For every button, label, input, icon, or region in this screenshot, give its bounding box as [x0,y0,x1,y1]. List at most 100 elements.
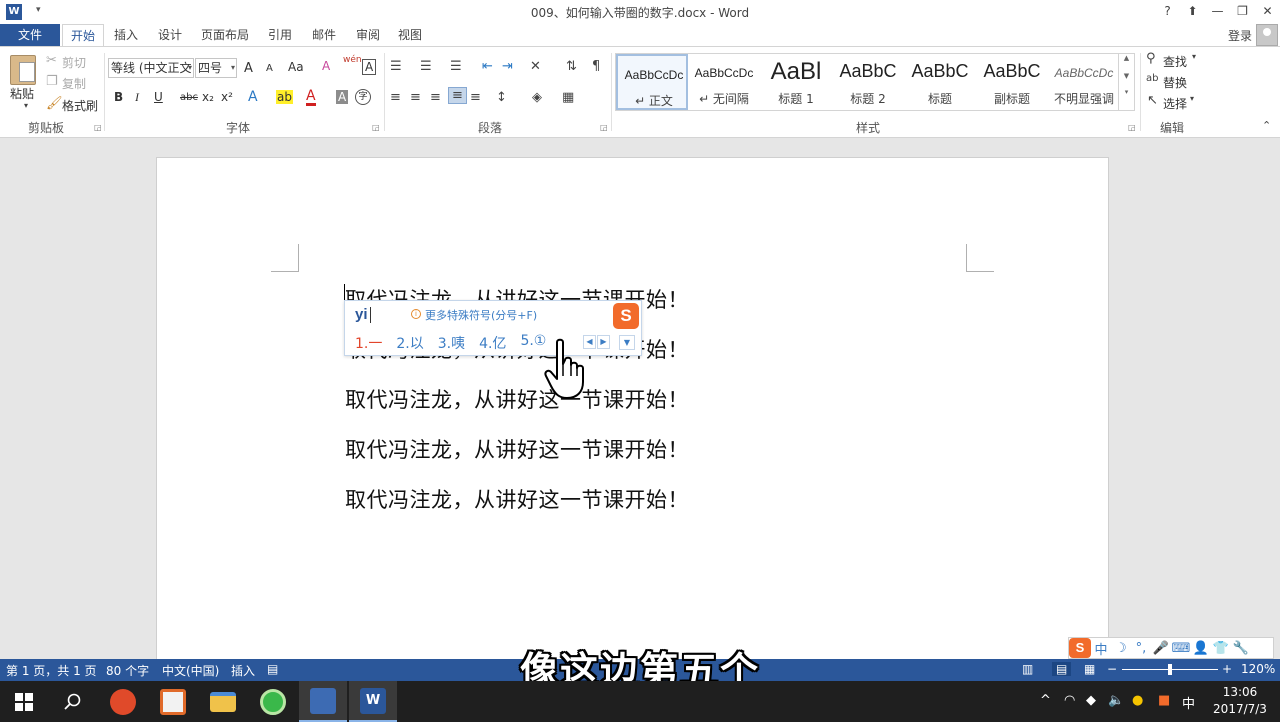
phonetic-guide-button[interactable]: wén [343,55,362,65]
tab-review[interactable]: 审阅 [348,24,388,46]
tab-layout[interactable]: 页面布局 [196,24,254,46]
grow-font-button[interactable]: A [244,61,253,76]
chevron-up-icon[interactable]: ▲ [1119,54,1134,62]
taskbar-mindmap-app[interactable] [299,681,347,722]
security-app-icon[interactable]: ◆ [1086,693,1096,708]
tray-expand-icon[interactable]: ^ [1040,693,1051,708]
tab-view[interactable]: 视图 [390,24,430,46]
find-button[interactable]: 查找 [1163,53,1187,70]
paste-icon[interactable] [10,55,36,85]
numbering-icon[interactable]: ☰ [420,59,432,74]
increase-indent-icon[interactable]: ⇥ [502,59,513,74]
align-center-icon[interactable]: ≡ [410,90,421,105]
volume-icon[interactable]: 🔈 [1108,693,1124,708]
styles-scroll[interactable]: ▲ ▼ ▾ [1118,54,1134,110]
sort-icon[interactable]: ⇅ [566,59,577,74]
chevron-down-icon[interactable]: ▼ [1119,72,1134,80]
change-case-button[interactable]: Aa [288,60,304,74]
tab-file[interactable]: 文件 [0,24,60,46]
ime-expand-icon[interactable]: ▼ [619,335,635,350]
font-name-combo[interactable]: 等线 (中文正文 ▾ [108,58,194,78]
superscript-button[interactable]: x² [221,90,233,104]
collapse-ribbon-icon[interactable]: ⌃ [1262,119,1271,132]
borders-icon[interactable]: ▦ [562,90,574,105]
cut-button[interactable]: 剪切 [62,54,86,71]
shrink-font-button[interactable]: A [266,63,273,74]
paste-button[interactable]: 粘贴 [10,85,34,102]
document-line[interactable]: 取代冯注龙，从讲好这一节课开始！ [345,434,689,464]
avatar[interactable] [1256,24,1278,46]
style-heading-2[interactable]: AaBbC 标题 2 [832,54,904,110]
clipboard-launcher-icon[interactable]: ◲ [94,123,102,132]
strikethrough-button[interactable]: abc [180,92,198,103]
start-button[interactable] [0,681,48,722]
replace-button[interactable]: 替换 [1163,74,1187,91]
bold-button[interactable]: B [114,90,123,104]
expand-gallery-icon[interactable]: ▾ [1119,88,1134,96]
line-spacing-icon[interactable]: ↕ [496,90,507,105]
ime-candidate[interactable]: 1.一 [355,333,382,353]
ribbon-display-button[interactable]: ⬆ [1180,0,1205,24]
ime-candidate[interactable]: 3.咦 [438,333,465,353]
network-icon[interactable]: ◠ [1064,693,1075,708]
justify-icon[interactable]: ≡ [448,87,467,104]
subscript-button[interactable]: x₂ [202,90,214,104]
document-page[interactable]: 取代冯注龙，从讲好这一节课开始！ 取代冯注龙，从讲好这一节课开始！ 取代冯注龙，… [156,157,1109,677]
paste-dropdown-icon[interactable]: ▾ [24,101,28,110]
input-language-indicator[interactable]: 中 [1182,693,1195,712]
tab-insert[interactable]: 插入 [106,24,146,46]
help-button[interactable]: ? [1155,0,1180,24]
select-button[interactable]: 选择 [1163,95,1187,112]
align-right-icon[interactable]: ≡ [430,90,441,105]
style-no-spacing[interactable]: AaBbCcDc ↵ 无间隔 [688,54,760,110]
search-button[interactable] [49,681,97,722]
style-subtle-emphasis[interactable]: AaBbCcDc 不明显强调 [1048,54,1120,110]
taskbar-word[interactable]: W [349,681,397,722]
document-line[interactable]: 取代冯注龙，从讲好这一节课开始！ [345,384,689,414]
enclose-char-button[interactable]: 字 [355,89,371,105]
taskbar-browser[interactable] [249,681,297,722]
style-normal[interactable]: AaBbCcDc ↵ 正文 [616,54,688,110]
text-effects-button[interactable]: A [248,89,258,105]
char-border-button[interactable]: A [362,59,377,75]
copy-button[interactable]: 复制 [62,75,86,92]
style-title[interactable]: AaBbC 标题 [904,54,976,110]
minimize-button[interactable]: — [1205,0,1230,24]
close-button[interactable]: ✕ [1255,0,1280,24]
show-marks-icon[interactable]: ¶ [592,59,600,74]
char-shading-button[interactable]: A [336,90,349,104]
tray-app-icon[interactable]: ● [1132,693,1143,708]
taskbar-slides-app[interactable] [149,681,197,722]
multilevel-list-icon[interactable]: ☰ [450,59,462,74]
shading-icon[interactable]: ◈ [532,90,542,105]
font-size-combo[interactable]: 四号 ▾ [195,58,237,78]
underline-button[interactable]: U [154,90,163,104]
tab-home[interactable]: 开始 [62,24,104,46]
font-launcher-icon[interactable]: ◲ [372,123,380,132]
login-link[interactable]: 登录 [1228,27,1252,44]
ime-candidate[interactable]: 2.以 [396,333,423,353]
style-heading-1[interactable]: AaBl 标题 1 [760,54,832,110]
ime-candidate[interactable]: 4.亿 [479,333,506,353]
chevron-down-icon[interactable]: ▾ [1192,52,1196,61]
bullets-icon[interactable]: ☰ [390,59,402,74]
tab-mailings[interactable]: 邮件 [304,24,344,46]
taskbar-media-app[interactable] [99,681,147,722]
chevron-down-icon[interactable]: ▾ [1190,94,1194,103]
ime-special-symbols-hint[interactable]: 更多特殊符号(分号+F) [425,307,537,323]
distributed-icon[interactable]: ≡ [470,90,481,105]
tab-references[interactable]: 引用 [260,24,300,46]
document-line[interactable]: 取代冯注龙，从讲好这一节课开始！ [345,484,689,514]
taskbar-clock[interactable]: 13:06 2017/7/3 [1205,684,1275,718]
font-color-button[interactable]: A [306,89,316,106]
style-subtitle[interactable]: AaBbC 副标题 [976,54,1048,110]
highlight-button[interactable]: ab [276,90,293,104]
chevron-right-icon[interactable]: ▶ [597,335,610,349]
italic-button[interactable]: I [135,90,139,105]
clear-format-button[interactable]: A [322,59,330,73]
taskbar-file-explorer[interactable] [199,681,247,722]
paragraph-launcher-icon[interactable]: ◲ [600,123,608,132]
tab-design[interactable]: 设计 [150,24,190,46]
format-painter-button[interactable]: 格式刷 [62,97,98,114]
restore-button[interactable]: ❐ [1230,0,1255,24]
